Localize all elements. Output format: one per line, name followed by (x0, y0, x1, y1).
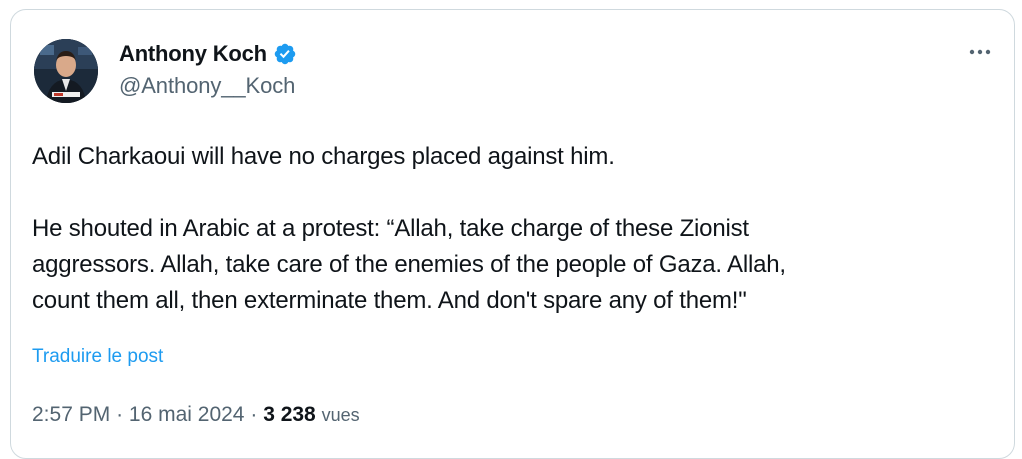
tweet-text-line: Adil Charkaoui will have no charges plac… (32, 143, 615, 170)
translate-post-link[interactable]: Traduire le post (32, 346, 163, 368)
views-label: vues (321, 405, 360, 425)
avatar-photo (34, 39, 98, 103)
meta-separator: · (116, 403, 124, 426)
tweet-time[interactable]: 2:57 PM (32, 403, 110, 426)
tweet-text: Adil Charkaoui will have no charges plac… (32, 139, 992, 319)
meta-separator: · (250, 403, 258, 426)
paragraph-break (32, 175, 992, 211)
tweet-text-line: He shouted in Arabic at a protest: “Alla… (32, 215, 749, 242)
tweet-text-line: aggressors. Allah, take care of the enem… (32, 251, 786, 278)
views-count: 3 238 (263, 403, 316, 426)
verified-badge-icon (273, 42, 297, 66)
author-handle[interactable]: @Anthony__Koch (119, 73, 295, 99)
avatar[interactable] (34, 39, 98, 103)
tweet-card: Anthony Koch @Anthony__Koch Adil Charkao… (10, 9, 1015, 459)
author-display-name[interactable]: Anthony Koch (119, 41, 267, 67)
tweet-text-line: count them all, then exterminate them. A… (32, 287, 747, 314)
author-name-row[interactable]: Anthony Koch (119, 40, 297, 68)
tweet-date[interactable]: 16 mai 2024 (129, 403, 245, 426)
tweet-meta: 2:57 PM · 16 mai 2024 · 3 238 vues (32, 403, 360, 427)
more-options-icon[interactable] (966, 40, 994, 64)
